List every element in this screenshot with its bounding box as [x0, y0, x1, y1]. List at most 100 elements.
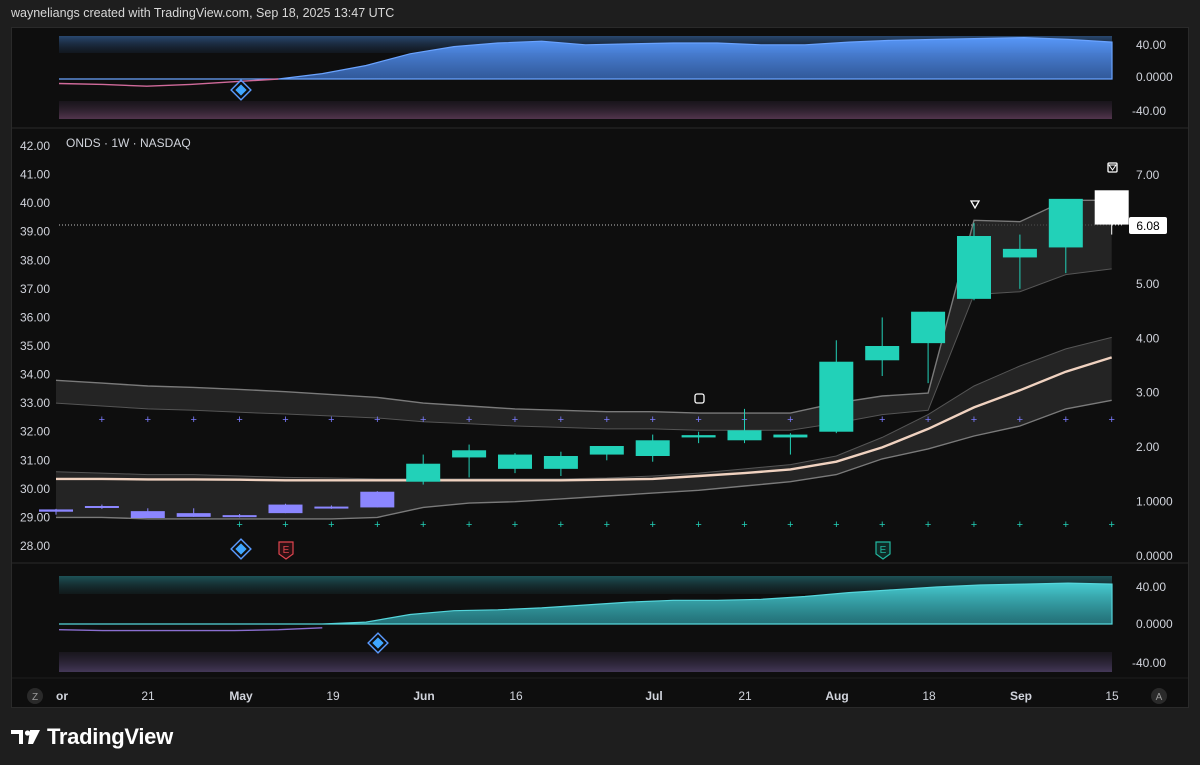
time-axis-tick: or — [56, 689, 68, 703]
candle-body — [452, 450, 487, 458]
upper-dot-marker: + — [99, 414, 105, 426]
candle-body — [635, 440, 670, 456]
upper-dot-marker: + — [695, 414, 701, 426]
time-axis-tick: 19 — [326, 689, 340, 703]
lower-dot-marker: + — [420, 519, 426, 531]
candle-body — [773, 434, 808, 438]
upper-dot-marker: + — [145, 414, 151, 426]
earnings-marker-green-label: E — [880, 545, 887, 556]
upper-dot-marker: + — [236, 414, 242, 426]
lower-dot-marker: + — [466, 519, 472, 531]
time-axis-tick: Jun — [413, 689, 434, 703]
candle-body — [176, 513, 211, 517]
lower-dot-marker: + — [1063, 519, 1069, 531]
left-axis-tick: 42.00 — [20, 139, 50, 153]
zoom-button-left-label: Z — [32, 692, 38, 703]
lower-dot-marker: + — [328, 519, 334, 531]
time-axis-tick: 21 — [738, 689, 752, 703]
right-axis-tick: 3.00 — [1136, 386, 1160, 400]
left-axis-tick: 38.00 — [20, 253, 50, 267]
upper-dot-marker: + — [604, 414, 610, 426]
candle-body — [130, 511, 165, 518]
top-osc-axis-40: 40.00 — [1136, 38, 1166, 52]
top-osc-signal-marker — [230, 79, 252, 101]
chart-attribution: wayneliangs created with TradingView.com… — [11, 6, 395, 20]
right-axis-tick: 7.00 — [1136, 168, 1160, 182]
brand-name: TradingView — [47, 724, 173, 749]
candle-body — [314, 506, 349, 509]
lower-dot-marker: + — [833, 519, 839, 531]
left-axis-tick: 31.00 — [20, 453, 50, 467]
lower-dot-marker: + — [649, 519, 655, 531]
bottom-osc-axis-40: 40.00 — [1136, 580, 1166, 594]
right-axis-tick: 1.0000 — [1136, 495, 1173, 509]
candle-body — [39, 509, 73, 512]
lower-dot-marker: + — [1017, 519, 1023, 531]
candle-body — [406, 463, 441, 482]
left-axis-tick: 39.00 — [20, 225, 50, 239]
top-osc-axis-minus40: -40.00 — [1132, 104, 1166, 118]
time-axis-tick: Sep — [1010, 689, 1032, 703]
lower-dot-marker: + — [374, 519, 380, 531]
brand-footer: TradingView — [11, 724, 173, 750]
left-axis-tick: 29.00 — [20, 510, 50, 524]
candle-body — [819, 361, 854, 432]
triangle-marker-aug — [969, 200, 981, 210]
candle-body — [543, 456, 578, 469]
upper-dot-marker: + — [374, 414, 380, 426]
bottom-osc-axis-0: 0.0000 — [1136, 617, 1173, 631]
left-price-axis: 42.00 41.00 40.00 39.00 38.00 37.00 36.00 35.00… — [20, 139, 50, 553]
last-price-label: 6.08 — [1136, 219, 1160, 233]
upper-dot-marker: + — [879, 414, 885, 426]
lower-dot-marker: + — [604, 519, 610, 531]
left-axis-tick: 32.00 — [20, 425, 50, 439]
bottom-osc-lower-band — [59, 652, 1112, 672]
zoom-button-left[interactable]: Z — [27, 688, 43, 704]
chart-canvas[interactable]: 40.00 0.0000 -40.00 ONDS · 1W · NASDAQ 4… — [12, 28, 1188, 707]
right-axis-tick: 4.00 — [1136, 331, 1160, 345]
upper-dot-marker: + — [971, 414, 977, 426]
bottom-osc-negative-line — [58, 627, 323, 632]
earnings-marker-red-label: E — [283, 545, 290, 556]
symbol-label: ONDS · 1W · NASDAQ — [66, 136, 191, 150]
upper-dot-marker: + — [787, 414, 793, 426]
lower-dot-marker: + — [971, 519, 977, 531]
time-axis-tick: 21 — [141, 689, 155, 703]
earnings-marker-red[interactable]: E — [278, 541, 294, 560]
candle-body — [911, 311, 946, 344]
upper-dot-marker: + — [282, 414, 288, 426]
candle-body — [84, 506, 119, 508]
left-axis-tick: 36.00 — [20, 310, 50, 324]
earnings-marker-green[interactable]: E — [875, 541, 891, 560]
lower-dot-marker: + — [879, 519, 885, 531]
candle-body — [1002, 248, 1037, 258]
tradingview-logo-icon — [11, 730, 40, 744]
signal-diamond-marker — [230, 538, 252, 560]
time-axis-tick: 18 — [922, 689, 936, 703]
lower-dot-marker: + — [1108, 519, 1114, 531]
upper-dot-marker: + — [512, 414, 518, 426]
upper-dot-marker: + — [558, 414, 564, 426]
left-axis-tick: 34.00 — [20, 368, 50, 382]
lower-dot-marker: + — [282, 519, 288, 531]
upper-dot-marker: + — [925, 414, 931, 426]
time-axis-tick: Jul — [645, 689, 662, 703]
left-axis-tick: 28.00 — [20, 539, 50, 553]
candle-body — [268, 504, 303, 514]
right-axis-tick: 5.00 — [1136, 277, 1160, 291]
left-axis-tick: 33.00 — [20, 396, 50, 410]
top-osc-axis-0: 0.0000 — [1136, 70, 1173, 84]
lower-dot-marker: + — [512, 519, 518, 531]
lower-dot-marker: + — [236, 519, 242, 531]
left-axis-tick: 41.00 — [20, 168, 50, 182]
lower-dot-marker: + — [741, 519, 747, 531]
upper-dot-marker: + — [1063, 414, 1069, 426]
upper-dot-marker: + — [420, 414, 426, 426]
auto-scale-button[interactable]: A — [1151, 688, 1167, 704]
time-axis-tick: 15 — [1105, 689, 1119, 703]
left-axis-tick: 30.00 — [20, 482, 50, 496]
square-marker — [694, 393, 705, 404]
upper-dot-marker: + — [328, 414, 334, 426]
candles — [39, 190, 1129, 518]
top-oscillator-pane: 40.00 0.0000 -40.00 — [58, 36, 1173, 119]
